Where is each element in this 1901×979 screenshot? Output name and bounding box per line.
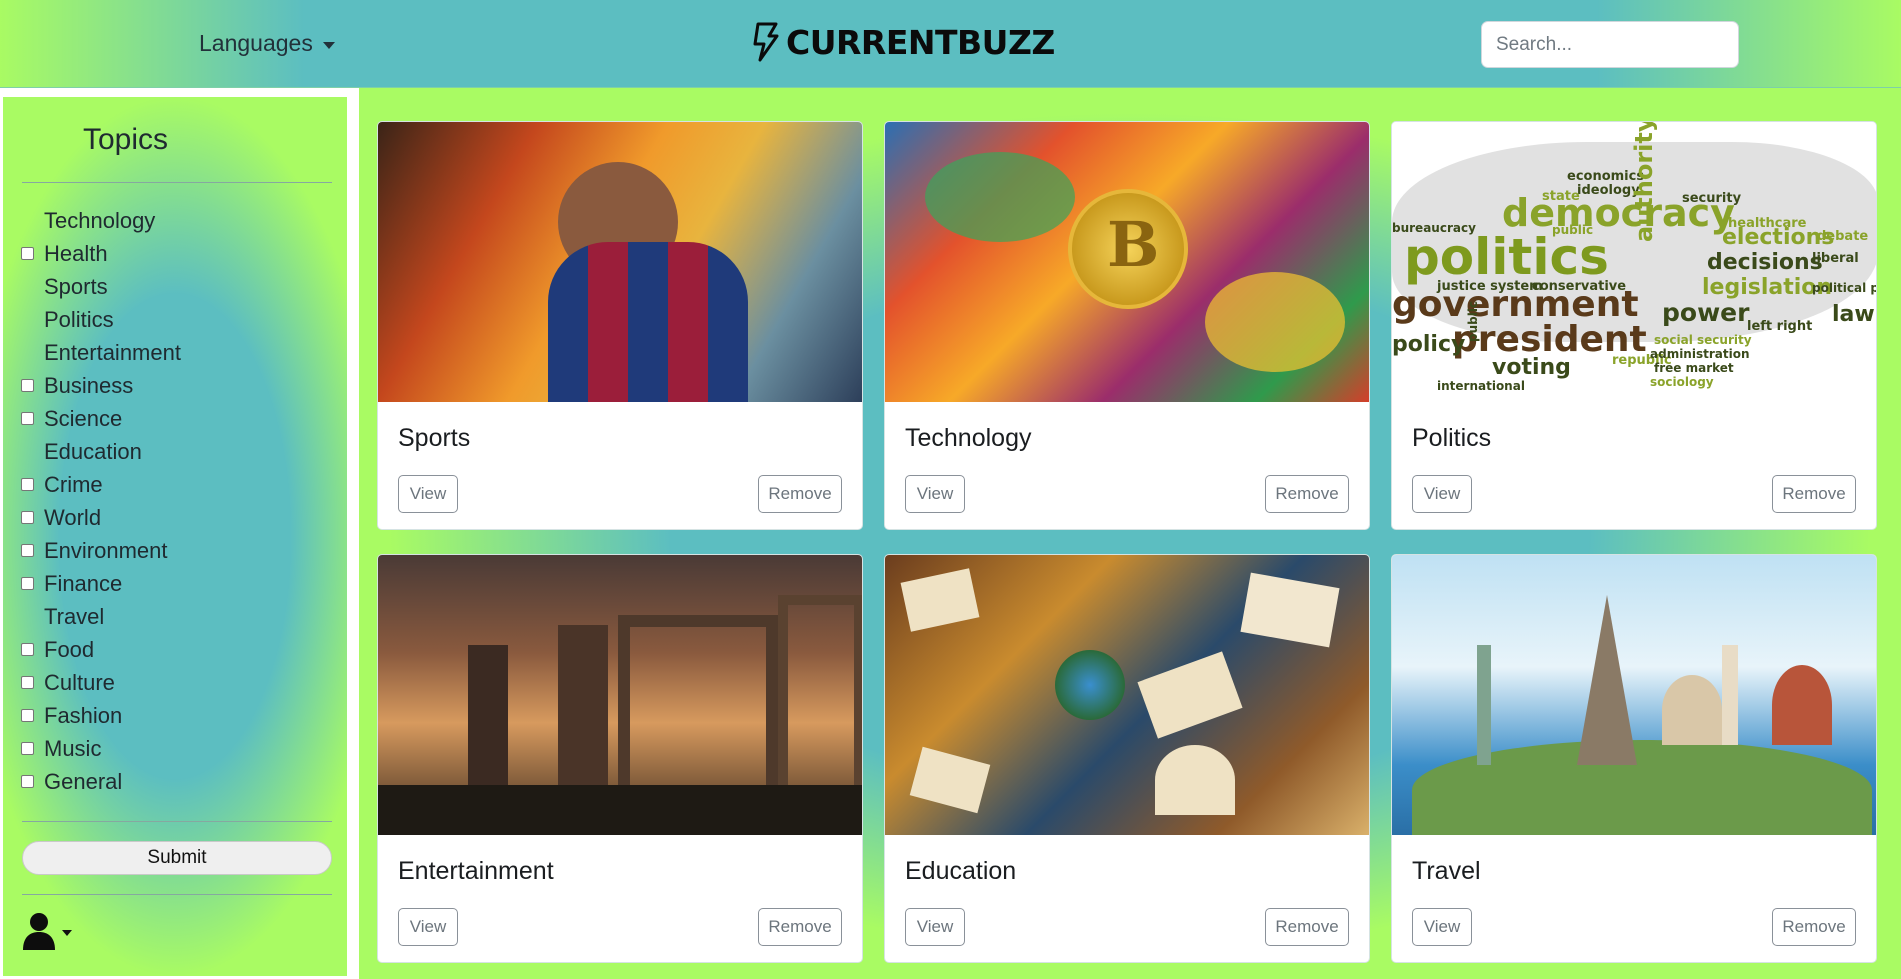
topic-label: Sports — [44, 273, 108, 299]
remove-button[interactable]: Remove — [1772, 475, 1856, 513]
topics-sidebar: Topics Technology Health Sports Politics Ent… — [0, 94, 350, 979]
topic-checkbox[interactable] — [21, 676, 34, 689]
topic-item[interactable]: Technology — [21, 204, 181, 237]
topic-item[interactable]: Business — [21, 369, 181, 402]
languages-dropdown[interactable]: Languages — [199, 30, 335, 57]
topic-label: Politics — [44, 306, 114, 332]
top-navbar: Languages CURRENTBUZZ — [0, 0, 1901, 88]
entertainment-image — [378, 555, 862, 835]
topic-label: Travel — [44, 603, 105, 629]
topic-card: Education View Remove — [884, 554, 1370, 963]
topic-cards-area: Sports View Remove B Technology View Rem… — [356, 88, 1901, 979]
sports-image — [378, 122, 862, 402]
topic-label: Entertainment — [44, 339, 181, 365]
topic-checkbox[interactable] — [21, 643, 34, 656]
sidebar-divider — [22, 182, 332, 183]
topic-checkbox[interactable] — [21, 544, 34, 557]
topic-label: Technology — [44, 207, 156, 233]
education-image — [885, 555, 1369, 835]
remove-button[interactable]: Remove — [758, 908, 842, 946]
topic-label: Fashion — [44, 702, 123, 728]
chevron-down-icon — [322, 41, 335, 49]
sidebar-title: Topics — [83, 123, 169, 156]
search-input[interactable] — [1481, 21, 1739, 68]
card-title: Technology — [905, 424, 1032, 452]
topic-label: Finance — [44, 570, 123, 596]
topic-item[interactable]: Sports — [21, 270, 181, 303]
topic-card: democracy politics government president … — [1391, 121, 1877, 530]
topic-item[interactable]: Entertainment — [21, 336, 181, 369]
view-button[interactable]: View — [1412, 908, 1472, 946]
sidebar-divider — [22, 821, 332, 822]
topic-item[interactable]: World — [21, 501, 181, 534]
topic-label: Business — [44, 372, 134, 398]
topic-label: Education — [44, 438, 142, 464]
politics-word-cloud-image: democracy politics government president … — [1392, 122, 1876, 402]
card-title: Entertainment — [398, 857, 554, 885]
topic-item[interactable]: General — [21, 765, 181, 798]
remove-button[interactable]: Remove — [1772, 908, 1856, 946]
view-button[interactable]: View — [398, 475, 458, 513]
lightning-bolt-icon — [753, 22, 779, 62]
card-title: Politics — [1412, 424, 1492, 452]
topic-card: Entertainment View Remove — [377, 554, 863, 963]
topic-label: Culture — [44, 669, 115, 695]
topic-checkbox[interactable] — [21, 412, 34, 425]
topic-label: World — [44, 504, 102, 530]
topic-list: Technology Health Sports Politics Entertainm… — [21, 204, 181, 798]
card-title: Education — [905, 857, 1017, 885]
remove-button[interactable]: Remove — [1265, 475, 1349, 513]
topic-checkbox[interactable] — [21, 511, 34, 524]
card-title: Sports — [398, 424, 471, 452]
view-button[interactable]: View — [398, 908, 458, 946]
topic-item[interactable]: Science — [21, 402, 181, 435]
topic-label: Science — [44, 405, 123, 431]
card-title: Travel — [1412, 857, 1481, 885]
topic-item[interactable]: Music — [21, 732, 181, 765]
topic-item[interactable]: Fashion — [21, 699, 181, 732]
topic-label: General — [44, 768, 123, 794]
view-button[interactable]: View — [905, 475, 965, 513]
technology-image: B — [885, 122, 1369, 402]
topic-label: Environment — [44, 537, 168, 563]
topic-checkbox[interactable] — [21, 742, 34, 755]
topic-checkbox[interactable] — [21, 775, 34, 788]
user-icon — [23, 913, 55, 950]
topic-checkbox[interactable] — [21, 478, 34, 491]
user-menu-dropdown[interactable] — [22, 912, 72, 950]
topic-checkbox[interactable] — [21, 577, 34, 590]
submit-button[interactable]: Submit — [22, 841, 332, 875]
topic-checkbox[interactable] — [21, 379, 34, 392]
topic-item[interactable]: Environment — [21, 534, 181, 567]
topic-item[interactable]: Culture — [21, 666, 181, 699]
topic-checkbox[interactable] — [21, 709, 34, 722]
topic-card: Travel View Remove — [1391, 554, 1877, 963]
topic-item[interactable]: Education — [21, 435, 181, 468]
remove-button[interactable]: Remove — [758, 475, 842, 513]
travel-image — [1392, 555, 1876, 835]
sidebar-divider — [22, 894, 332, 895]
topic-card: B Technology View Remove — [884, 121, 1370, 530]
view-button[interactable]: View — [1412, 475, 1472, 513]
topic-checkbox[interactable] — [21, 247, 34, 260]
languages-label: Languages — [199, 30, 313, 56]
topic-item[interactable]: Politics — [21, 303, 181, 336]
topic-item[interactable]: Finance — [21, 567, 181, 600]
brand-logo[interactable]: CURRENTBUZZ — [750, 22, 1055, 62]
topic-label: Health — [44, 240, 108, 266]
topic-label: Music — [44, 735, 102, 761]
topic-item[interactable]: Food — [21, 633, 181, 666]
brand-name: CURRENTBUZZ — [786, 22, 1055, 62]
topic-item[interactable]: Health — [21, 237, 181, 270]
topic-item[interactable]: Travel — [21, 600, 181, 633]
remove-button[interactable]: Remove — [1265, 908, 1349, 946]
topic-label: Food — [44, 636, 95, 662]
topic-item[interactable]: Crime — [21, 468, 181, 501]
chevron-down-icon — [62, 930, 72, 936]
topic-label: Crime — [44, 471, 103, 497]
view-button[interactable]: View — [905, 908, 965, 946]
topic-card: Sports View Remove — [377, 121, 863, 530]
